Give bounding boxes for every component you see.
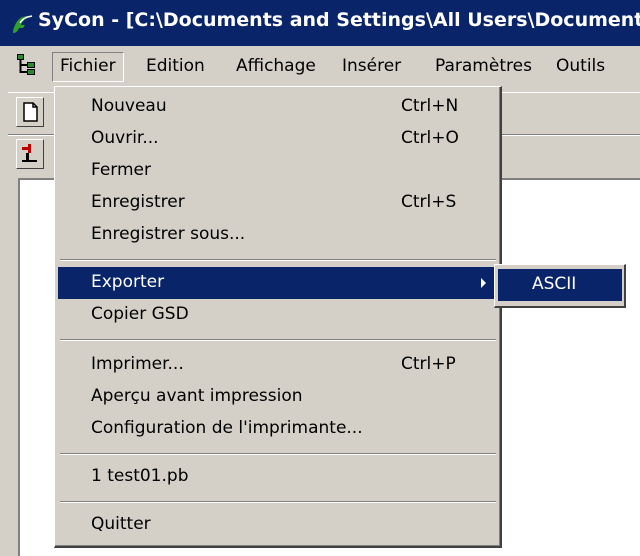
menu-item-quitter[interactable]: Quitter [58, 509, 498, 541]
menu-item-shortcut: Ctrl+N [401, 96, 459, 116]
app-network-icon[interactable] [14, 52, 38, 76]
menu-affichage[interactable]: Affichage [236, 56, 316, 76]
menu-item-label: Exporter [91, 272, 165, 292]
menu-edition[interactable]: Edition [146, 56, 205, 76]
menu-item-label: Nouveau [91, 96, 167, 116]
menu-fichier[interactable]: Fichier [52, 52, 124, 82]
menu-item-label: Ouvrir... [91, 128, 159, 148]
menu-item-shortcut: Ctrl+O [401, 128, 459, 148]
menu-item-shortcut: Ctrl+P [401, 354, 456, 374]
menu-separator [60, 339, 496, 341]
exporter-submenu: ASCII [494, 264, 626, 308]
menu-parametres[interactable]: Paramètres [435, 56, 532, 76]
menu-item-ouvrir[interactable]: Ouvrir... Ctrl+O [58, 123, 498, 155]
fichier-dropdown-menu: Nouveau Ctrl+N Ouvrir... Ctrl+O Fermer E… [54, 86, 502, 548]
title-bar[interactable]: SyCon - [C:\Documents and Settings\All U… [0, 0, 640, 46]
insert-device-button[interactable] [16, 139, 44, 169]
menu-item-label: Enregistrer sous... [91, 224, 246, 244]
submenu-arrow-icon [481, 278, 486, 288]
menu-item-label: Configuration de l'imprimante... [91, 418, 363, 438]
menu-item-label: Quitter [91, 514, 151, 534]
sycon-logo-icon [13, 15, 33, 34]
menu-separator [60, 501, 496, 503]
menu-item-recent-file[interactable]: 1 test01.pb [58, 461, 498, 493]
new-file-button[interactable] [16, 97, 44, 127]
menu-outils[interactable]: Outils [556, 56, 605, 76]
menu-item-fermer[interactable]: Fermer [58, 155, 498, 187]
new-file-icon [23, 102, 38, 122]
menu-item-label: Imprimer... [91, 354, 184, 374]
menu-item-imprimer[interactable]: Imprimer... Ctrl+P [58, 349, 498, 381]
menu-item-label: Enregistrer [91, 192, 185, 212]
insert-device-icon [22, 144, 37, 162]
menu-item-nouveau[interactable]: Nouveau Ctrl+N [58, 91, 498, 123]
menu-inserer[interactable]: Insérer [342, 56, 401, 76]
menu-item-enregistrer[interactable]: Enregistrer Ctrl+S [58, 187, 498, 219]
menu-item-configuration-imprimante[interactable]: Configuration de l'imprimante... [58, 413, 498, 445]
menu-item-shortcut: Ctrl+S [401, 192, 457, 212]
menu-separator [60, 453, 496, 455]
menu-item-label: 1 test01.pb [91, 466, 189, 486]
menu-item-label: Copier GSD [91, 304, 189, 324]
menu-item-copier-gsd[interactable]: Copier GSD [58, 299, 498, 331]
menu-item-exporter[interactable]: Exporter [58, 267, 498, 299]
submenu-item-ascii[interactable]: ASCII [498, 269, 622, 301]
menu-item-label: Fermer [91, 160, 152, 180]
menu-item-enregistrer-sous[interactable]: Enregistrer sous... [58, 219, 498, 251]
window-title: SyCon - [C:\Documents and Settings\All U… [38, 9, 640, 31]
menu-separator [60, 259, 496, 261]
window-left-edge [0, 88, 8, 556]
menu-item-apercu[interactable]: Aperçu avant impression [58, 381, 498, 413]
menu-item-label: Aperçu avant impression [91, 386, 303, 406]
submenu-item-label: ASCII [532, 274, 577, 294]
